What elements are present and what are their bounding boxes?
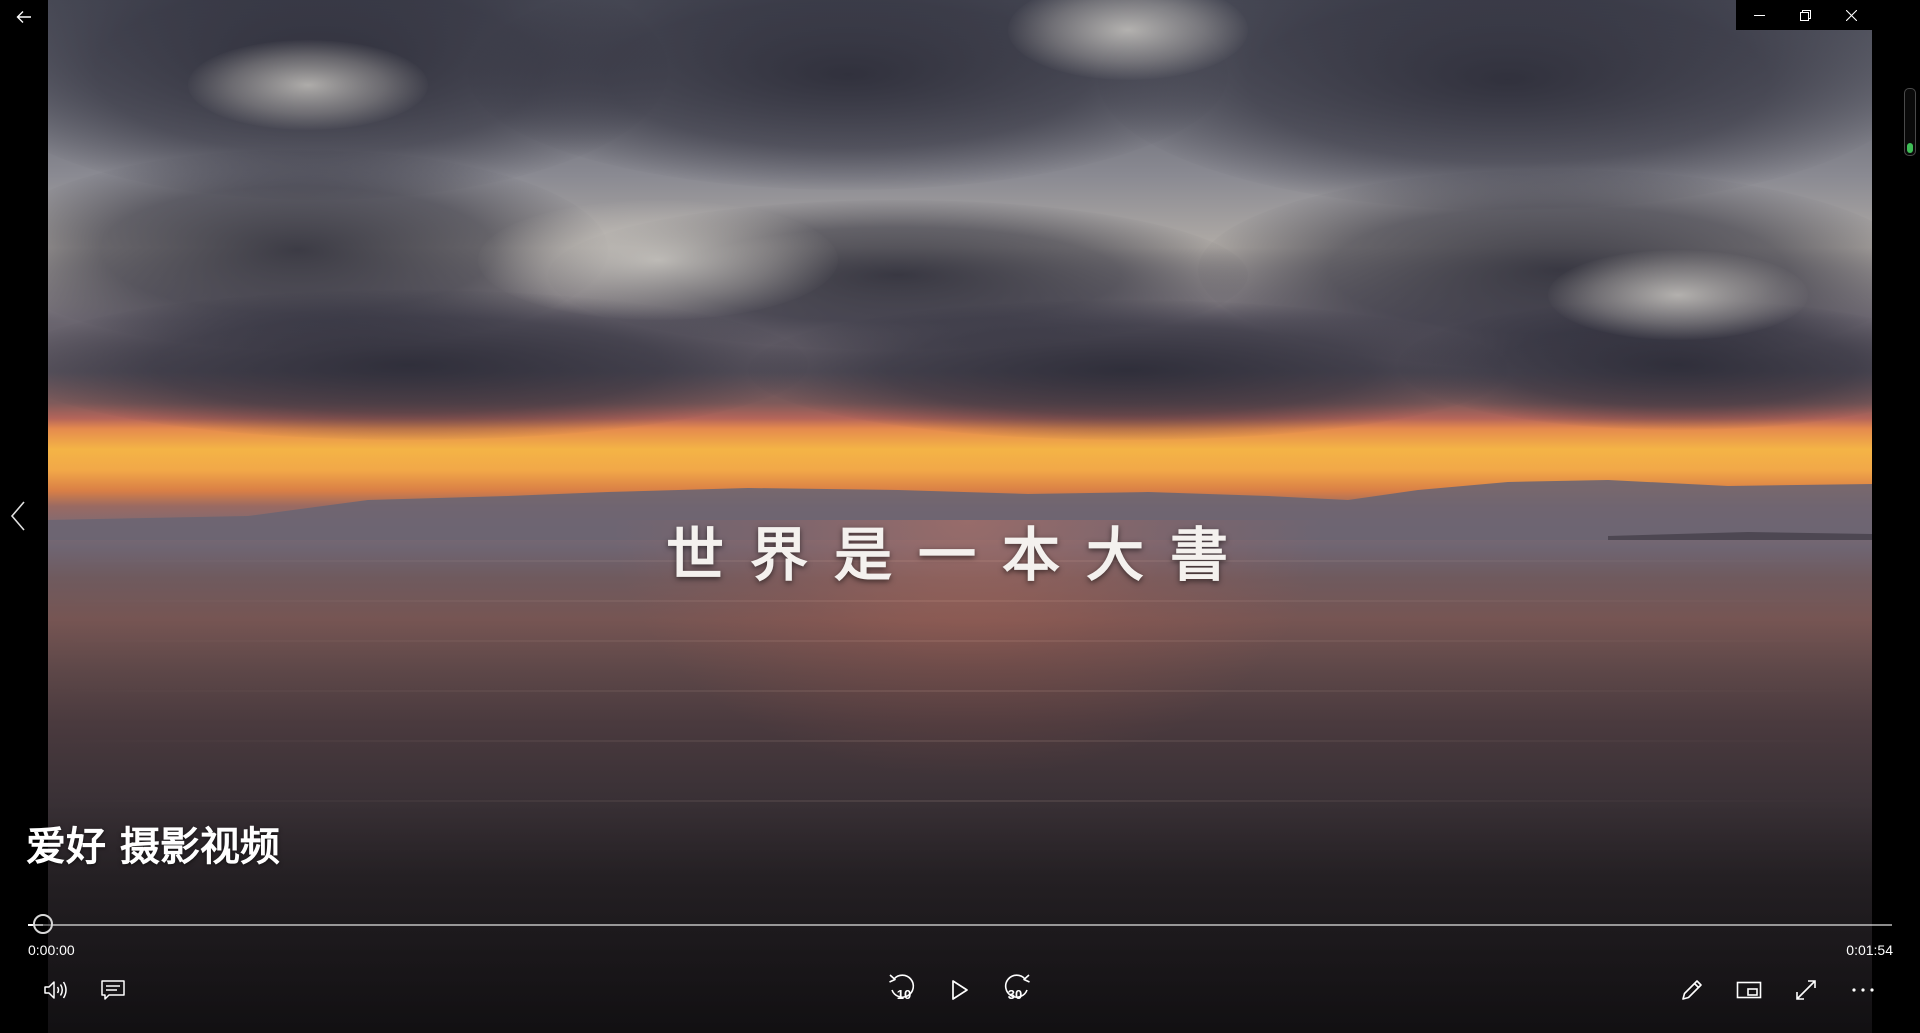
pencil-icon xyxy=(1682,980,1702,1000)
arrow-left-icon xyxy=(16,11,31,23)
more-options-button[interactable] xyxy=(1841,968,1885,1012)
video-title: 爱好 摄影视频 xyxy=(26,824,280,870)
movies-tv-player-window: 世界是一本大書 爱好 摄影视频 0:00:00 0:01:54 10 30 xyxy=(0,0,1920,1033)
fullscreen-icon xyxy=(1796,980,1816,1000)
subtitles-icon xyxy=(101,980,125,1000)
restore-icon xyxy=(1799,9,1811,21)
fullscreen-button[interactable] xyxy=(1784,968,1828,1012)
skip-back-10-button[interactable]: 10 xyxy=(880,968,924,1012)
volume-indicator xyxy=(1904,88,1916,156)
edit-button[interactable] xyxy=(1670,968,1714,1012)
close-icon xyxy=(1845,9,1857,21)
video-caption: 世界是一本大書 xyxy=(665,521,1254,589)
close-button[interactable] xyxy=(1828,0,1874,30)
volume-level-fill xyxy=(1907,143,1913,153)
more-icon xyxy=(1852,988,1874,992)
skip-back-label: 10 xyxy=(896,987,912,1002)
chevron-left-icon xyxy=(10,501,25,531)
volume-icon xyxy=(44,981,67,999)
play-button[interactable] xyxy=(938,968,982,1012)
total-time: 0:01:54 xyxy=(1846,942,1893,958)
volume-button[interactable] xyxy=(34,968,78,1012)
window-controls xyxy=(1736,0,1874,30)
previous-video-button[interactable] xyxy=(4,498,32,534)
seek-bar[interactable] xyxy=(28,914,1892,934)
skip-forward-30-button[interactable]: 30 xyxy=(995,968,1039,1012)
play-icon xyxy=(952,980,968,1000)
skip-forward-label: 30 xyxy=(1007,987,1023,1002)
minimize-button[interactable] xyxy=(1736,0,1782,30)
subtitles-button[interactable] xyxy=(91,968,135,1012)
minimize-icon xyxy=(1753,14,1765,16)
current-time: 0:00:00 xyxy=(28,942,75,958)
back-button[interactable] xyxy=(0,0,48,34)
restore-button[interactable] xyxy=(1782,0,1828,30)
miniview-icon xyxy=(1736,981,1762,999)
video-frame[interactable]: 世界是一本大書 xyxy=(48,0,1872,1033)
mini-view-button[interactable] xyxy=(1727,968,1771,1012)
seek-thumb[interactable] xyxy=(32,914,53,934)
